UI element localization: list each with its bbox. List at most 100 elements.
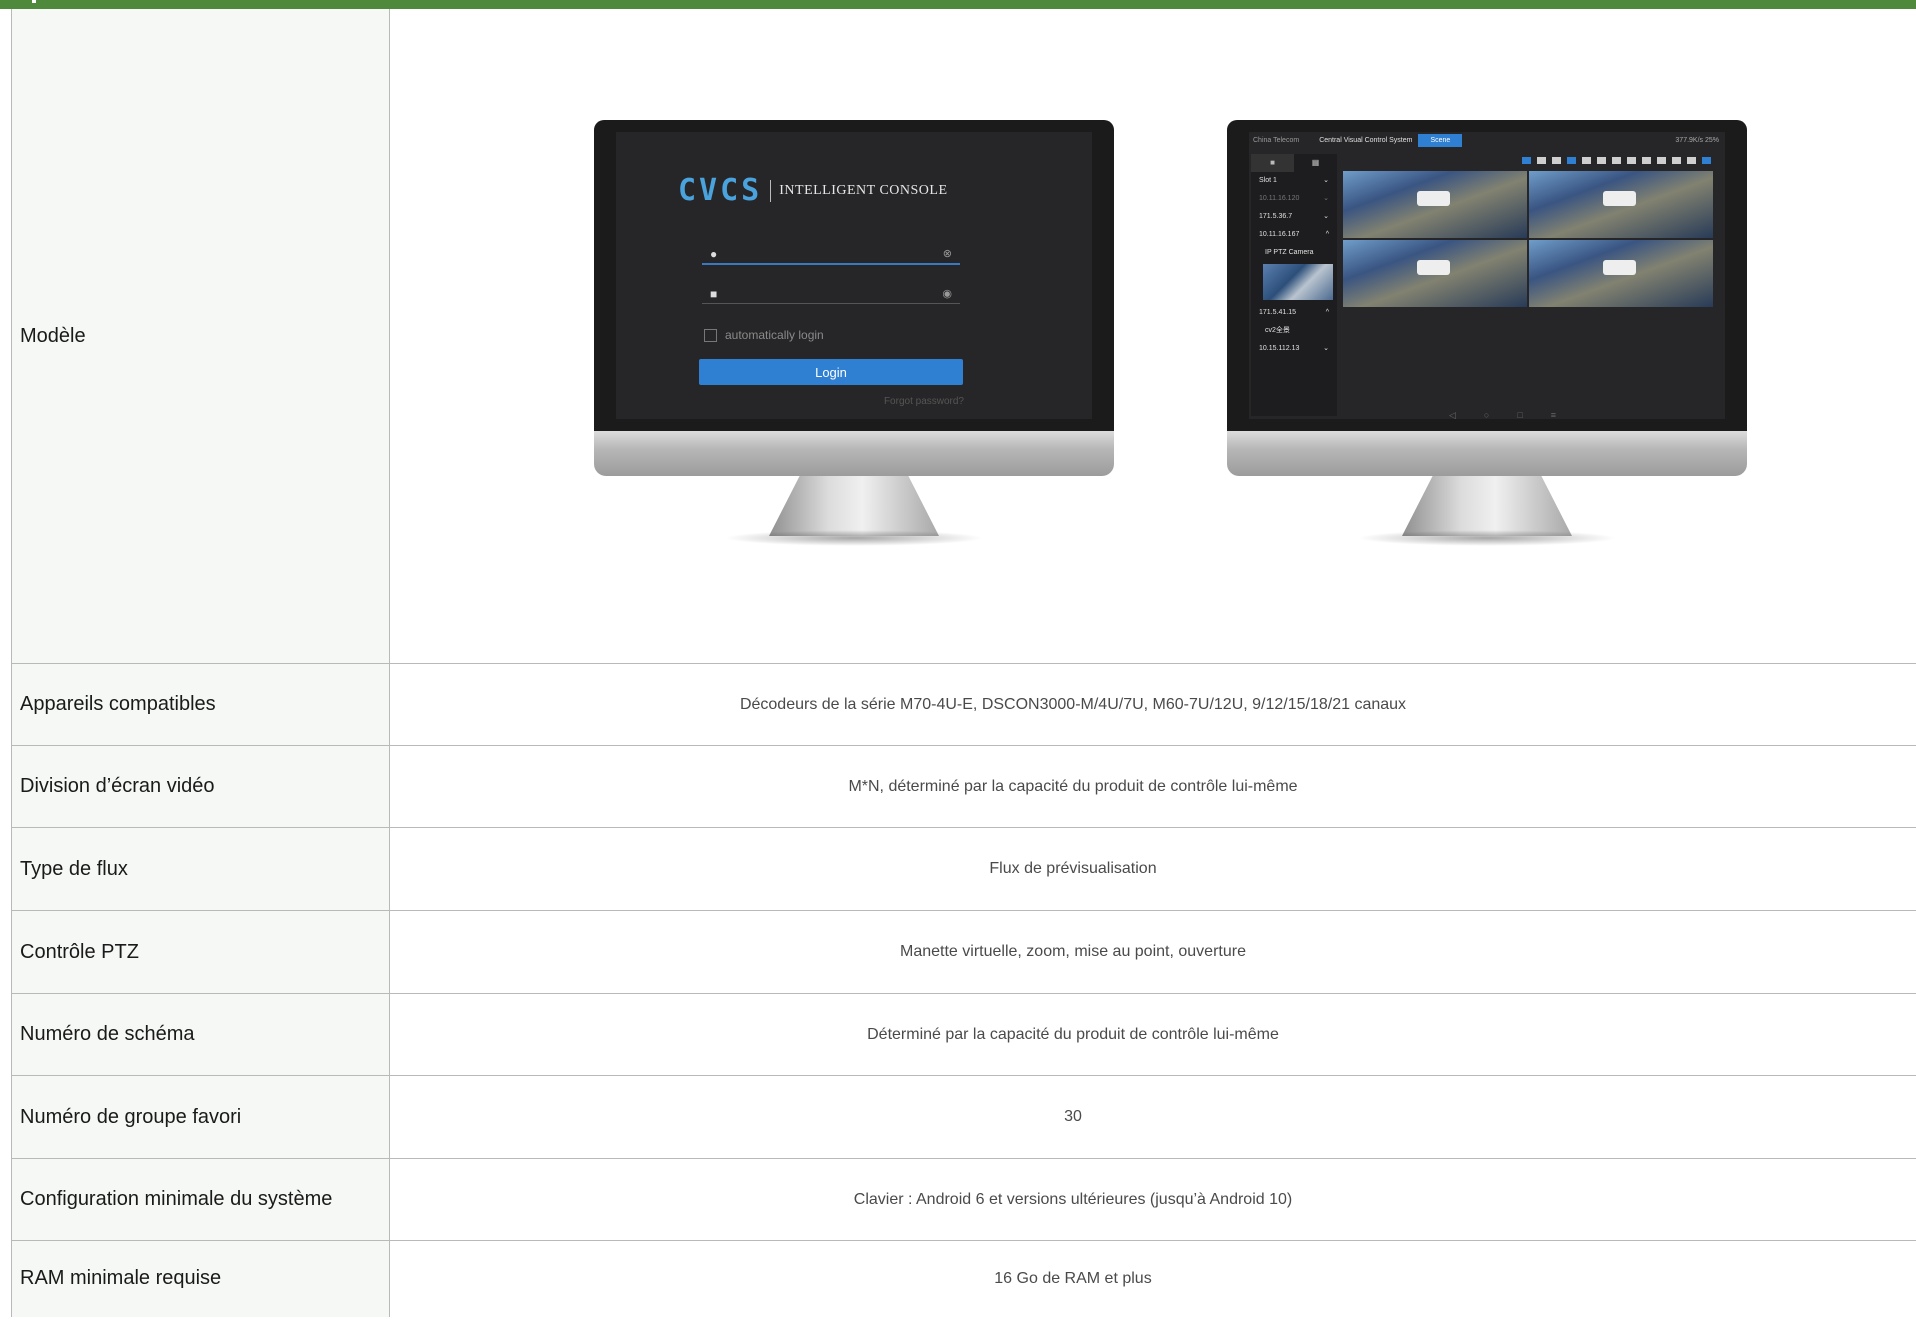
sidebar-tabs: ■ ▦ <box>1251 154 1337 172</box>
row-value: Flux de prévisualisation <box>389 827 1916 911</box>
row-value: Clavier : Android 6 et versions ultérieu… <box>389 1158 1916 1241</box>
camera-thumbnail[interactable] <box>1263 264 1333 300</box>
eye-icon[interactable]: ◉ <box>942 287 952 300</box>
monitor-stand <box>769 476 939 536</box>
logo-divider <box>770 179 772 202</box>
video-tile[interactable] <box>1529 240 1713 307</box>
table-row: Type de flux Flux de prévisualisation <box>11 827 1916 911</box>
move-icon[interactable] <box>1612 156 1621 164</box>
chevron-up-icon: ^ <box>1325 309 1329 316</box>
row-label: Configuration minimale du système <box>11 1158 390 1241</box>
monitor-shadow <box>1357 530 1617 546</box>
table-row: Contrôle PTZ Manette virtuelle, zoom, mi… <box>11 910 1916 994</box>
row-value: M*N, déterminé par la capacité du produi… <box>389 745 1916 828</box>
row-label: Numéro de groupe favori <box>11 1075 390 1159</box>
screen-icon[interactable] <box>1687 156 1696 164</box>
monitor-bezel: China Telecom Central Visual Control Sys… <box>1227 120 1747 431</box>
password-field[interactable]: ■ ◉ <box>702 285 960 304</box>
control-topbar: China Telecom Central Visual Control Sys… <box>1249 132 1725 148</box>
monitor-shadow <box>724 530 984 546</box>
video-tile[interactable] <box>1343 171 1527 238</box>
row-value: Déterminé par la capacité du produit de … <box>389 993 1916 1076</box>
screen-icon[interactable] <box>1672 156 1681 164</box>
logo-tagline: INTELLIGENT CONSOLE <box>779 182 948 198</box>
device-sidebar: ■ ▦ Slot 1 ⌄ 10.11.16.120 ⌄ 171.5.36.7 ⌄ 10… <box>1251 154 1337 416</box>
recent-apps-icon[interactable]: □ <box>1517 410 1522 419</box>
forgot-password-link[interactable]: Forgot password? <box>884 396 964 407</box>
table-row: Configuration minimale du système Clavie… <box>11 1158 1916 1241</box>
row-value: Décodeurs de la série M70-4U-E, DSCON300… <box>389 663 1916 746</box>
row-label: Contrôle PTZ <box>11 910 390 994</box>
header-mark <box>32 0 36 3</box>
chevron-down-icon: ⌄ <box>1323 213 1329 220</box>
monitor-bezel: CVCS INTELLIGENT CONSOLE ● ⊗ ■ ◉ automat… <box>594 120 1114 431</box>
tab-scene[interactable]: Scene <box>1418 133 1463 147</box>
logo-brand: CVCS <box>678 173 763 208</box>
menu-icon[interactable]: ≡ <box>1551 410 1556 419</box>
chevron-down-icon: ⌄ <box>1323 195 1329 202</box>
clear-icon[interactable]: ⊗ <box>943 247 952 260</box>
monitor-stand <box>1402 476 1572 536</box>
auto-login-checkbox[interactable] <box>704 328 717 342</box>
row-label: Type de flux <box>11 827 390 911</box>
row-label: Appareils compatibles <box>11 663 390 746</box>
chevron-down-icon: ⌄ <box>1323 177 1329 184</box>
table-row: Numéro de groupe favori 30 <box>11 1075 1916 1159</box>
spec-table: Modèle CVCS INTELLIGENT CONSOLE ● ⊗ ■ ◉ … <box>11 9 1916 1317</box>
upload-icon[interactable] <box>1552 156 1561 164</box>
video-tile[interactable] <box>1529 171 1713 238</box>
table-row: Appareils compatibles Décodeurs de la sé… <box>11 663 1916 746</box>
screen-icon[interactable] <box>1627 156 1636 164</box>
monitor-chin <box>594 431 1114 476</box>
login-screen: CVCS INTELLIGENT CONSOLE ● ⊗ ■ ◉ automat… <box>616 132 1092 419</box>
sidebar-item[interactable]: 171.5.41.15 ^ <box>1251 304 1337 322</box>
row-label: Division d’écran vidéo <box>11 745 390 828</box>
model-images-cell: CVCS INTELLIGENT CONSOLE ● ⊗ ■ ◉ automat… <box>389 9 1916 664</box>
chevron-down-icon: ⌄ <box>1323 345 1329 352</box>
row-value: Manette virtuelle, zoom, mise au point, … <box>389 910 1916 994</box>
sidebar-item[interactable]: 171.5.36.7 ⌄ <box>1251 208 1337 226</box>
monitor-control-system: China Telecom Central Visual Control Sys… <box>1227 120 1747 560</box>
video-grid <box>1343 171 1713 307</box>
android-nav-bar: ◁ ○ □ ≡ <box>1449 410 1556 419</box>
monitor-chin <box>1227 431 1747 476</box>
split-icon[interactable] <box>1567 156 1576 164</box>
monitor-images: CVCS INTELLIGENT CONSOLE ● ⊗ ■ ◉ automat… <box>390 9 1916 663</box>
camera-tab-icon[interactable]: ■ <box>1251 154 1294 172</box>
sidebar-item[interactable]: 10.11.16.167 ^ <box>1251 226 1337 244</box>
record-icon[interactable] <box>1597 156 1606 164</box>
control-screen: China Telecom Central Visual Control Sys… <box>1249 132 1725 419</box>
sidebar-item[interactable]: Slot 1 ⌄ <box>1251 172 1337 190</box>
sidebar-item[interactable]: IP PTZ Camera <box>1251 244 1337 262</box>
sidebar-item[interactable]: 10.15.112.13 ⌄ <box>1251 340 1337 358</box>
carrier-text: China Telecom <box>1253 136 1300 144</box>
row-value: 30 <box>389 1075 1916 1159</box>
screen-icon[interactable] <box>1657 156 1666 164</box>
auto-login-label: automatically login <box>725 328 824 342</box>
layout-icon[interactable] <box>1522 156 1531 164</box>
user-icon: ● <box>710 247 718 261</box>
username-field[interactable]: ● ⊗ <box>702 245 960 265</box>
config-icon[interactable] <box>1582 156 1591 164</box>
sidebar-item[interactable]: cv2全景 <box>1251 322 1337 340</box>
table-row-model: Modèle CVCS INTELLIGENT CONSOLE ● ⊗ ■ ◉ … <box>11 9 1916 664</box>
row-label: Numéro de schéma <box>11 993 390 1076</box>
sidebar-item[interactable]: 10.11.16.120 ⌄ <box>1251 190 1337 208</box>
login-button[interactable]: Login <box>699 359 963 385</box>
table-row: Numéro de schéma Déterminé par la capaci… <box>11 993 1916 1076</box>
lock-icon: ■ <box>710 287 718 301</box>
auto-login-option[interactable]: automatically login <box>704 328 824 342</box>
video-tile[interactable] <box>1343 240 1527 307</box>
chevron-up-icon: ^ <box>1325 231 1329 238</box>
home-icon[interactable]: ○ <box>1484 410 1489 419</box>
screen-icon[interactable] <box>1642 156 1651 164</box>
row-label: RAM minimale requise <box>11 1240 390 1317</box>
grid-tab-icon[interactable]: ▦ <box>1294 154 1337 172</box>
back-icon[interactable]: ◁ <box>1449 410 1456 419</box>
row-label: Modèle <box>11 9 390 664</box>
row-value: 16 Go de RAM et plus <box>994 1269 1152 1287</box>
sync-icon[interactable] <box>1702 156 1711 164</box>
header-bar <box>0 0 1916 9</box>
refresh-icon[interactable] <box>1537 156 1546 164</box>
status-text: 377.9K/s 25% <box>1675 136 1719 144</box>
